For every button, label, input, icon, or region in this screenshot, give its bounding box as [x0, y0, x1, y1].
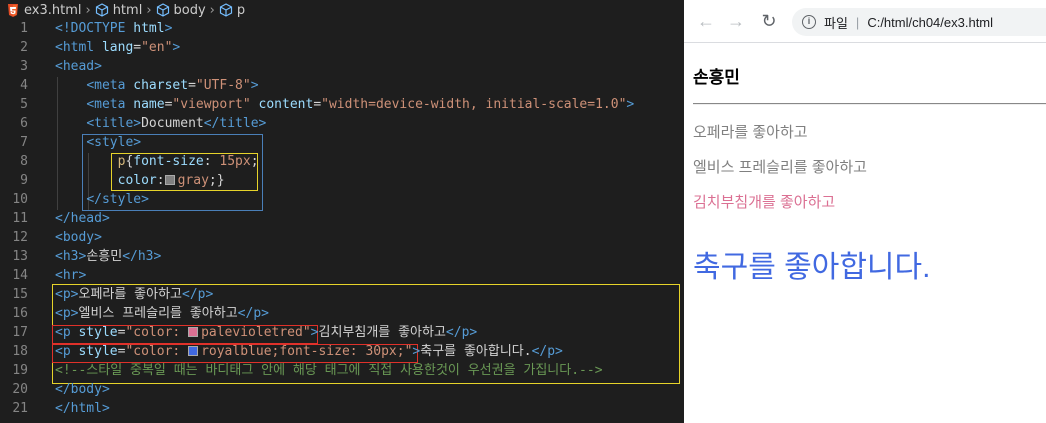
- chevron-right-icon: ›: [146, 2, 152, 18]
- code-line: 21 </html>: [12, 401, 110, 416]
- breadcrumb-html[interactable]: html: [113, 3, 143, 18]
- code-editor[interactable]: ex3.html › html › body › p 1 <!DOCTYPE ht…: [0, 0, 684, 423]
- forward-icon[interactable]: →: [726, 11, 746, 31]
- paragraph-soccer: 축구를 좋아합니다.: [693, 251, 931, 284]
- code-line: 11 </head>: [12, 211, 110, 226]
- html5-icon: [8, 3, 18, 17]
- code-line: 5 <meta name="viewport" content="width=d…: [20, 97, 635, 112]
- code-line: 17 <p style="color: palevioletred">김치부침개를…: [12, 325, 478, 340]
- code-line: 4 <meta charset="UTF-8">: [20, 78, 259, 93]
- chevron-right-icon: ›: [85, 2, 91, 18]
- color-swatch-palevioletred[interactable]: [188, 327, 199, 337]
- cube-icon: [219, 3, 232, 17]
- color-swatch-royalblue[interactable]: [188, 346, 199, 356]
- code-line: 13 <h3>손흥민</h3>: [12, 249, 162, 264]
- address-scheme-label: 파일: [824, 15, 848, 31]
- code-line: 14 <hr>: [12, 268, 87, 283]
- breadcrumb-p[interactable]: p: [237, 3, 245, 18]
- page-heading: 손흥민: [693, 68, 740, 87]
- chevron-right-icon: ›: [209, 2, 215, 18]
- code-line: 3 <head>: [20, 59, 102, 74]
- code-line: 19 <!--스타일 중복일 때는 바디태그 안에 해당 태그에 직접 사용한것이…: [12, 363, 603, 378]
- cube-icon: [95, 3, 108, 17]
- paragraph-opera: 오페라를 좋아하고: [693, 124, 808, 141]
- code-line: 16 <p>엘비스 프레슬리를 좋아하고</p>: [12, 306, 269, 321]
- browser-toolbar: ← → ↻ i 파일 | C:/html/ch04/ex3.html: [684, 0, 1046, 43]
- breadcrumb: ex3.html › html › body › p: [0, 0, 684, 20]
- back-icon[interactable]: ←: [696, 11, 716, 31]
- browser-window: ← → ↻ i 파일 | C:/html/ch04/ex3.html 손흥민 오…: [684, 0, 1046, 423]
- breadcrumb-file[interactable]: ex3.html: [24, 3, 81, 18]
- reload-icon[interactable]: ↻: [759, 11, 779, 31]
- color-swatch-gray[interactable]: [164, 175, 175, 185]
- code-line: 1 <!DOCTYPE html>: [20, 21, 173, 36]
- code-line: 20 </body>: [12, 382, 110, 397]
- code-line: 9 color: gray;}: [20, 173, 225, 188]
- code-line: 18 <p style="color: royalblue;font-size: …: [12, 344, 563, 359]
- address-separator: |: [855, 14, 860, 30]
- paragraph-kimchi: 김치부침개를 좋아하고: [693, 194, 836, 211]
- paragraph-elvis: 엘비스 프레슬리를 좋아하고: [693, 159, 867, 176]
- code-line: 8 p{font-size: 15px;: [20, 154, 259, 169]
- breadcrumb-body[interactable]: body: [174, 3, 206, 18]
- horizontal-rule: [693, 103, 1046, 105]
- code-line: 10 </style>: [12, 192, 149, 207]
- code-line: 7 <style>: [20, 135, 142, 150]
- address-bar[interactable]: i 파일 | C:/html/ch04/ex3.html: [792, 8, 1046, 36]
- info-icon[interactable]: i: [802, 15, 816, 29]
- code-line: 12 <body>: [12, 230, 102, 245]
- code-line: 2 <html lang="en">: [20, 40, 181, 55]
- address-url[interactable]: C:/html/ch04/ex3.html: [867, 15, 993, 30]
- cube-icon: [156, 3, 169, 17]
- code-line: 6 <title>Document</title>: [20, 116, 267, 131]
- code-line: 15 <p>오페라를 좋아하고</p>: [12, 287, 214, 302]
- code-lines[interactable]: 1 <!DOCTYPE html> 2 <html lang="en"> 3 <hea…: [0, 19, 684, 418]
